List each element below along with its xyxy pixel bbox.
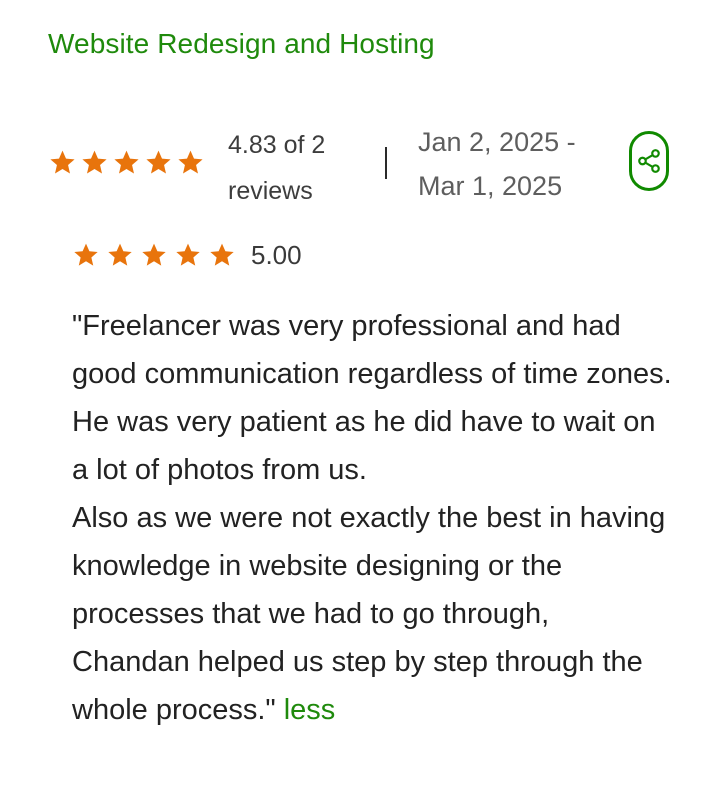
star-icon (48, 148, 77, 177)
rating-summary: 4.83 of 2 reviews (228, 131, 326, 205)
star-icon (106, 241, 134, 269)
divider (385, 147, 387, 179)
star-icon (208, 241, 236, 269)
overall-rating-stars (48, 148, 205, 177)
share-icon (636, 148, 662, 174)
review-paragraph: Also as we were not exactly the best in … (72, 494, 672, 734)
star-icon (144, 148, 173, 177)
job-title-link[interactable]: Website Redesign and Hosting (48, 28, 435, 60)
date-end: Mar 1, 2025 (418, 171, 563, 201)
review-paragraph-text: Also as we were not exactly the best in … (72, 502, 666, 726)
star-icon (72, 241, 100, 269)
date-start: Jan 2, 2025 - (418, 127, 576, 157)
star-icon (176, 148, 205, 177)
star-icon (174, 241, 202, 269)
share-button[interactable] (629, 131, 669, 191)
review-text: "Freelancer was very professional and ha… (72, 302, 672, 734)
less-link[interactable]: less (284, 694, 336, 726)
review-score: 5.00 (251, 240, 302, 270)
star-icon (140, 241, 168, 269)
star-icon (80, 148, 109, 177)
review-paragraph: "Freelancer was very professional and ha… (72, 310, 672, 486)
review-rating-stars (72, 241, 236, 269)
date-range: Jan 2, 2025 - Mar 1, 2025 (418, 120, 608, 208)
star-icon (112, 148, 141, 177)
